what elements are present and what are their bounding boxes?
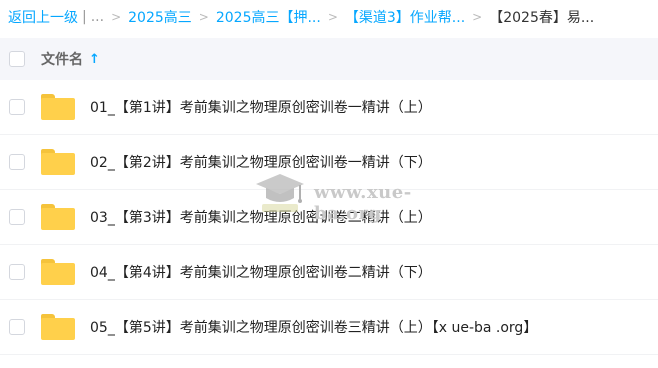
row-checkbox[interactable] bbox=[9, 264, 25, 280]
breadcrumb-ellipsis[interactable]: ... bbox=[91, 9, 104, 25]
file-list: 01_【第1讲】考前集训之物理原创密训卷一精讲（上） 02_【第2讲】考前集训之… bbox=[0, 80, 658, 355]
sort-ascending-icon[interactable]: ↑ bbox=[89, 52, 100, 67]
file-name[interactable]: 03_【第3讲】考前集训之物理原创密训卷二精讲（上） bbox=[90, 207, 432, 227]
select-all-checkbox[interactable] bbox=[9, 51, 25, 67]
chevron-right-icon: > bbox=[111, 10, 122, 24]
list-item[interactable]: 04_【第4讲】考前集训之物理原创密训卷二精讲（下） bbox=[0, 245, 658, 300]
folder-icon bbox=[41, 94, 75, 120]
row-checkbox[interactable] bbox=[9, 154, 25, 170]
list-item[interactable]: 03_【第3讲】考前集训之物理原创密训卷二精讲（上） bbox=[0, 190, 658, 245]
breadcrumb-item-3[interactable]: 【渠道3】作业帮... bbox=[345, 7, 465, 27]
list-item[interactable]: 01_【第1讲】考前集训之物理原创密训卷一精讲（上） bbox=[0, 80, 658, 135]
file-list-header: 文件名 ↑ bbox=[0, 38, 658, 80]
breadcrumb-item-1[interactable]: 2025高三 bbox=[128, 7, 192, 27]
chevron-right-icon: > bbox=[327, 10, 338, 24]
file-name[interactable]: 04_【第4讲】考前集训之物理原创密训卷二精讲（下） bbox=[90, 262, 432, 282]
row-checkbox[interactable] bbox=[9, 319, 25, 335]
folder-icon bbox=[41, 149, 75, 175]
file-name[interactable]: 02_【第2讲】考前集训之物理原创密训卷一精讲（下） bbox=[90, 152, 432, 172]
breadcrumb-current: 【2025春】易... bbox=[489, 10, 595, 26]
chevron-right-icon: > bbox=[472, 10, 483, 24]
list-item[interactable]: 05_【第5讲】考前集训之物理原创密训卷三精讲（上）【x ue-ba .org】 bbox=[0, 300, 658, 355]
folder-icon bbox=[41, 314, 75, 340]
back-link[interactable]: 返回上一级 bbox=[8, 7, 78, 27]
row-checkbox[interactable] bbox=[9, 209, 25, 225]
row-checkbox[interactable] bbox=[9, 99, 25, 115]
list-item[interactable]: 02_【第2讲】考前集训之物理原创密训卷一精讲（下） bbox=[0, 135, 658, 190]
breadcrumb-divider: | bbox=[82, 9, 87, 25]
breadcrumb-item-2[interactable]: 2025高三【押... bbox=[216, 7, 321, 27]
folder-icon bbox=[41, 259, 75, 285]
file-name[interactable]: 05_【第5讲】考前集训之物理原创密训卷三精讲（上）【x ue-ba .org】 bbox=[90, 317, 537, 337]
chevron-right-icon: > bbox=[198, 10, 209, 24]
column-header-filename[interactable]: 文件名 bbox=[41, 49, 83, 69]
breadcrumb: 返回上一级 | ... > 2025高三 > 2025高三【押... > 【渠道… bbox=[0, 0, 658, 34]
file-name[interactable]: 01_【第1讲】考前集训之物理原创密训卷一精讲（上） bbox=[90, 97, 432, 117]
folder-icon bbox=[41, 204, 75, 230]
